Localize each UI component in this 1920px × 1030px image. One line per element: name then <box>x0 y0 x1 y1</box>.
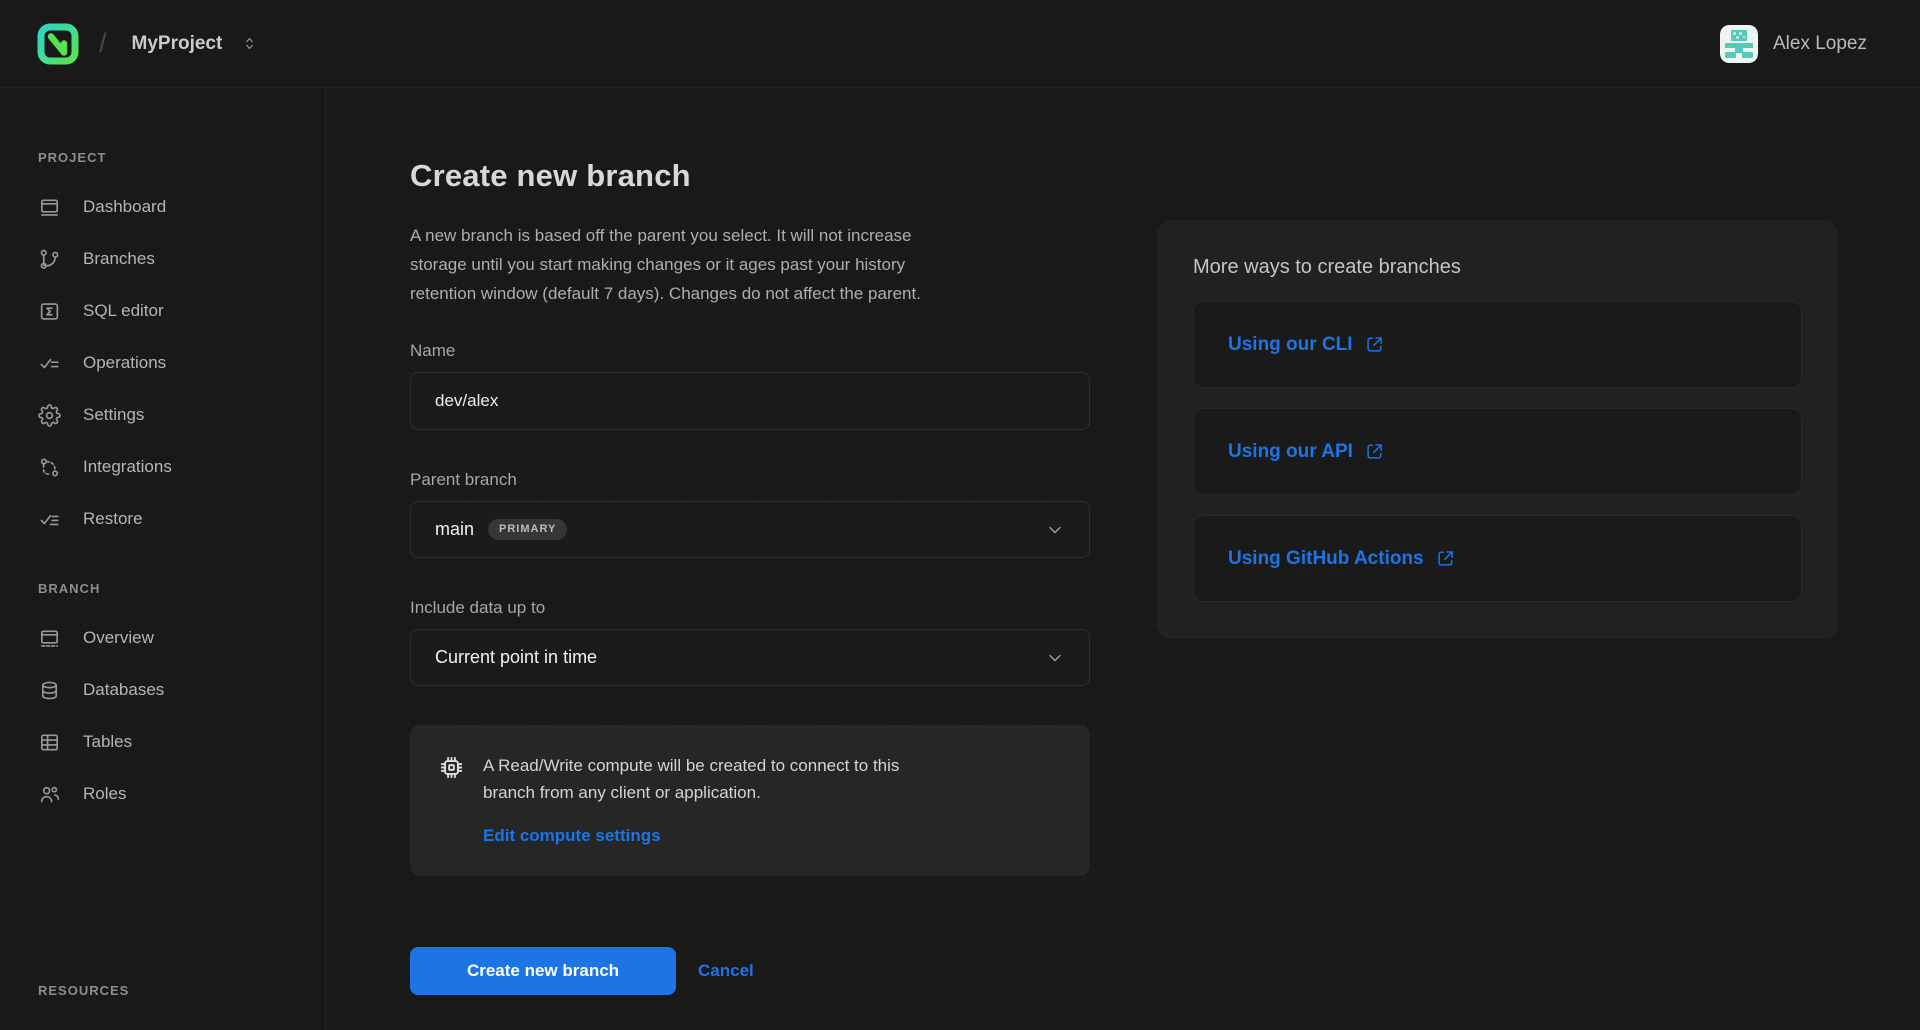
user-menu[interactable]: Alex Lopez <box>1714 24 1873 64</box>
neon-logo-icon[interactable] <box>36 22 80 66</box>
dashboard-icon <box>38 196 61 219</box>
cli-card[interactable]: Using our CLI <box>1193 301 1802 388</box>
parent-branch-value: main <box>435 519 474 540</box>
main-content: Create new branch A new branch is based … <box>326 88 1920 1030</box>
sidebar-item-label: Databases <box>83 680 164 700</box>
name-label: Name <box>410 341 1090 361</box>
restore-icon <box>38 508 61 531</box>
sidebar-section-project: PROJECT <box>38 150 325 165</box>
more-ways-panel: More ways to create branches Using our C… <box>1157 220 1838 639</box>
api-link-label: Using our API <box>1228 441 1353 463</box>
page-title: Create new branch <box>410 158 1090 194</box>
edit-compute-settings-link[interactable]: Edit compute settings <box>483 826 661 846</box>
chevron-down-icon <box>1045 520 1065 540</box>
sidebar-item-restore[interactable]: Restore <box>38 493 325 545</box>
operations-icon <box>38 352 61 375</box>
cpu-chip-icon <box>438 754 465 781</box>
create-branch-form: Create new branch A new branch is based … <box>410 158 1090 995</box>
external-link-icon <box>1364 334 1385 355</box>
sidebar-item-overview[interactable]: Overview <box>38 612 325 664</box>
api-card[interactable]: Using our API <box>1193 408 1802 495</box>
user-name: Alex Lopez <box>1773 33 1867 55</box>
project-name: MyProject <box>132 33 223 55</box>
sidebar-section-branch: BRANCH <box>38 581 325 596</box>
chevron-down-icon <box>1045 648 1065 668</box>
sidebar-item-roles[interactable]: Roles <box>38 768 325 820</box>
sidebar-item-integrations[interactable]: Integrations <box>38 441 325 493</box>
sidebar-item-databases[interactable]: Databases <box>38 664 325 716</box>
sidebar-item-sql-editor[interactable]: SQL editor <box>38 285 325 337</box>
page-description: A new branch is based off the parent you… <box>410 221 1090 308</box>
sidebar-item-label: Branches <box>83 249 155 269</box>
sidebar-item-label: Dashboard <box>83 197 166 217</box>
sidebar-section-resources: RESOURCES <box>38 983 325 998</box>
parent-branch-label: Parent branch <box>410 470 1090 490</box>
compute-note-line: A Read/Write compute will be created to … <box>483 756 899 775</box>
compute-info-box: A Read/Write compute will be created to … <box>410 725 1090 876</box>
gear-icon <box>38 404 61 427</box>
parent-branch-select[interactable]: main PRIMARY <box>410 501 1090 558</box>
git-branch-icon <box>38 248 61 271</box>
sidebar-item-label: Integrations <box>83 457 172 477</box>
sidebar-item-dashboard[interactable]: Dashboard <box>38 181 325 233</box>
breadcrumb: / MyProject <box>36 22 264 66</box>
sidebar-item-label: Tables <box>83 732 132 752</box>
cli-link-label: Using our CLI <box>1228 334 1353 356</box>
table-icon <box>38 731 61 754</box>
cancel-link[interactable]: Cancel <box>698 961 754 981</box>
app-root: / MyProject <box>0 0 1920 1030</box>
create-branch-button[interactable]: Create new branch <box>410 947 676 995</box>
sql-editor-icon <box>38 300 61 323</box>
sidebar-item-tables[interactable]: Tables <box>38 716 325 768</box>
github-actions-card[interactable]: Using GitHub Actions <box>1193 515 1802 602</box>
sidebar-item-label: Restore <box>83 509 143 529</box>
sidebar-item-label: Operations <box>83 353 166 373</box>
chevrons-up-down-icon <box>241 35 258 52</box>
description-line: storage until you start making changes o… <box>410 250 1090 279</box>
description-line: A new branch is based off the parent you… <box>410 221 1090 250</box>
database-icon <box>38 679 61 702</box>
overview-icon <box>38 627 61 650</box>
description-line: retention window (default 7 days). Chang… <box>410 279 1090 308</box>
top-bar: / MyProject <box>0 0 1920 88</box>
github-actions-link-label: Using GitHub Actions <box>1228 548 1424 570</box>
roles-icon <box>38 783 61 806</box>
integrations-icon <box>38 456 61 479</box>
external-link-icon <box>1435 548 1456 569</box>
include-data-select[interactable]: Current point in time <box>410 629 1090 686</box>
sidebar-item-label: SQL editor <box>83 301 164 321</box>
project-selector[interactable]: MyProject <box>126 32 265 56</box>
sidebar-item-branches[interactable]: Branches <box>38 233 325 285</box>
sidebar-item-settings[interactable]: Settings <box>38 389 325 441</box>
breadcrumb-divider: / <box>99 28 107 59</box>
sidebar-item-label: Settings <box>83 405 144 425</box>
avatar <box>1720 25 1758 63</box>
include-data-label: Include data up to <box>410 598 1090 618</box>
sidebar-item-operations[interactable]: Operations <box>38 337 325 389</box>
include-data-value: Current point in time <box>435 647 597 668</box>
more-ways-title: More ways to create branches <box>1193 256 1802 279</box>
branch-name-input[interactable] <box>410 372 1090 430</box>
sidebar-item-label: Roles <box>83 784 126 804</box>
compute-note-line: branch from any client or application. <box>483 783 761 802</box>
primary-badge: PRIMARY <box>488 519 567 540</box>
sidebar-item-label: Overview <box>83 628 154 648</box>
compute-note: A Read/Write compute will be created to … <box>483 752 899 806</box>
external-link-icon <box>1364 441 1385 462</box>
sidebar: PROJECT Dashboard Branches <box>0 88 326 1030</box>
